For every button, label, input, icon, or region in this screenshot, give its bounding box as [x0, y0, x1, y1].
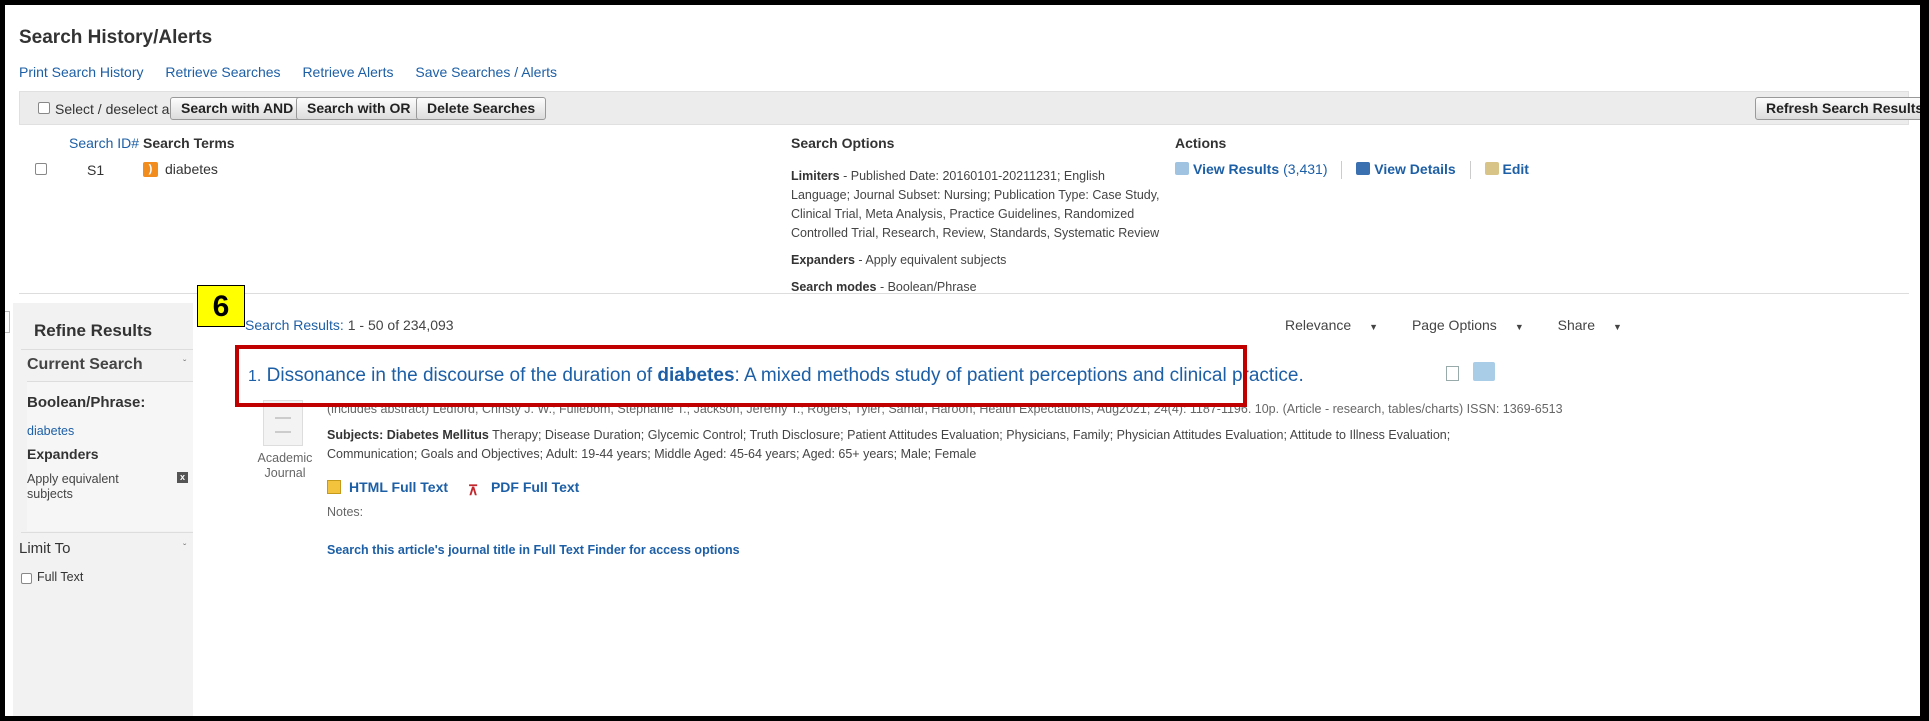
refine-results-panel: Refine Results Current Search ˇ Boolean/… — [13, 303, 193, 716]
search-modes-value: - Boolean/Phrase — [879, 280, 977, 294]
full-text-label: Full Text — [37, 570, 84, 584]
search-options-column-header: Search Options — [791, 135, 895, 151]
search-options: Limiters - Published Date: 20160101-2021… — [791, 167, 1161, 305]
current-search-box: Boolean/Phrase: diabetes Expanders Apply… — [27, 381, 193, 531]
full-text-finder-link[interactable]: Search this article's journal title in F… — [327, 543, 740, 557]
search-results-count: Search Results: 1 - 50 of 234,093 — [245, 317, 454, 333]
result-subjects: Subjects: Diabetes Mellitus Therapy; Dis… — [327, 428, 1451, 461]
sort-relevance-dropdown[interactable]: Relevance ▼ — [1285, 317, 1393, 333]
retrieve-alerts-link[interactable]: Retrieve Alerts — [302, 64, 393, 80]
limiters-value: - Published Date: 20160101-20211231; Eng… — [791, 169, 1160, 240]
expanders-heading: Expanders — [27, 446, 99, 462]
view-results-icon — [1175, 162, 1189, 175]
search-term: diabetes — [165, 161, 218, 177]
add-to-folder-icon[interactable] — [1473, 362, 1495, 381]
rss-icon[interactable]: ) — [143, 162, 158, 177]
remove-expander-icon[interactable]: x — [177, 472, 188, 483]
section-divider — [19, 293, 1909, 294]
preview-icon[interactable] — [1446, 366, 1459, 381]
search-id-column-header[interactable]: Search ID# — [69, 135, 139, 151]
print-search-history-link[interactable]: Print Search History — [19, 64, 143, 80]
actions-column-header: Actions — [1175, 135, 1227, 151]
info-icon — [1356, 162, 1371, 175]
search-actions: View Results (3,431) View Details Edit — [1175, 161, 1529, 180]
retrieve-searches-link[interactable]: Retrieve Searches — [165, 64, 280, 80]
limiters-label: Limiters — [791, 169, 840, 183]
view-results-link[interactable]: View Results — [1193, 161, 1279, 177]
refresh-search-results-button[interactable]: Refresh Search Results — [1755, 97, 1920, 120]
search-history-title: Search History/Alerts — [19, 27, 213, 48]
delete-searches-button[interactable]: Delete Searches — [416, 97, 547, 120]
current-search-header[interactable]: Current Search — [27, 356, 143, 374]
actions-divider — [1469, 161, 1471, 180]
html-document-icon — [327, 480, 341, 494]
panel-collapse-tab[interactable] — [5, 311, 10, 333]
edit-icon — [1484, 162, 1499, 175]
document-type: Academic Journal — [257, 451, 313, 480]
result-notes-label: Notes: — [327, 505, 364, 519]
search-results-range: 1 - 50 of 234,093 — [347, 317, 454, 333]
chevron-down-icon[interactable]: ˇ — [183, 359, 186, 370]
pdf-icon: ⊼ — [467, 482, 479, 498]
major-subject: Diabetes Mellitus — [386, 428, 489, 442]
caret-down-icon: ▼ — [1612, 322, 1622, 332]
html-full-text-link[interactable]: HTML Full Text — [349, 479, 448, 495]
pdf-full-text-link[interactable]: PDF Full Text — [491, 479, 579, 495]
results-options: Relevance ▼ Page Options ▼ Share ▼ — [1285, 317, 1652, 333]
search-row-checkbox[interactable] — [35, 163, 47, 175]
highlight-box — [235, 345, 1247, 407]
search-results-label: Search Results: — [245, 317, 344, 333]
search-terms-column-header: Search Terms — [143, 135, 235, 151]
view-details-link[interactable]: View Details — [1374, 161, 1455, 177]
step-badge: 6 — [197, 285, 245, 327]
search-modes-label: Search modes — [791, 280, 877, 294]
caret-down-icon: ▼ — [1369, 322, 1379, 332]
search-id: S1 — [87, 162, 105, 178]
save-searches-alerts-link[interactable]: Save Searches / Alerts — [415, 64, 557, 80]
search-history-toolbar: Select / deselect all Search with AND Se… — [19, 91, 1920, 125]
caret-down-icon: ▼ — [1514, 322, 1524, 332]
select-all-checkbox[interactable] — [38, 102, 50, 114]
actions-divider — [1341, 161, 1343, 180]
expanders-label: Expanders — [791, 253, 855, 267]
full-text-checkbox[interactable] — [21, 573, 32, 584]
search-history-links: Print Search History Retrieve Searches R… — [19, 64, 575, 80]
full-text-links: HTML Full Text ⊼ PDF Full Text — [327, 479, 579, 498]
page-options-dropdown[interactable]: Page Options ▼ — [1412, 317, 1539, 333]
panel-divider — [21, 349, 193, 350]
search-with-or-button[interactable]: Search with OR — [296, 97, 422, 120]
expanders-value: - Apply equivalent subjects — [858, 253, 1007, 267]
expander-value: Apply equivalent subjects — [27, 472, 119, 501]
boolean-phrase-label: Boolean/Phrase: — [27, 394, 146, 411]
current-search-term-link[interactable]: diabetes — [27, 424, 74, 438]
share-dropdown[interactable]: Share ▼ — [1558, 317, 1637, 333]
search-with-and-button[interactable]: Search with AND — [170, 97, 305, 120]
panel-divider — [21, 532, 193, 533]
screenshot-frame: Search History/Alerts Print Search Histo… — [5, 5, 1920, 716]
edit-link[interactable]: Edit — [1503, 161, 1529, 177]
select-all-label: Select / deselect all — [55, 101, 176, 117]
refine-results-title: Refine Results — [34, 321, 153, 340]
chevron-down-icon[interactable]: ˇ — [183, 543, 186, 554]
view-results-count: (3,431) — [1283, 161, 1328, 177]
limit-to-header[interactable]: Limit To — [19, 540, 70, 557]
